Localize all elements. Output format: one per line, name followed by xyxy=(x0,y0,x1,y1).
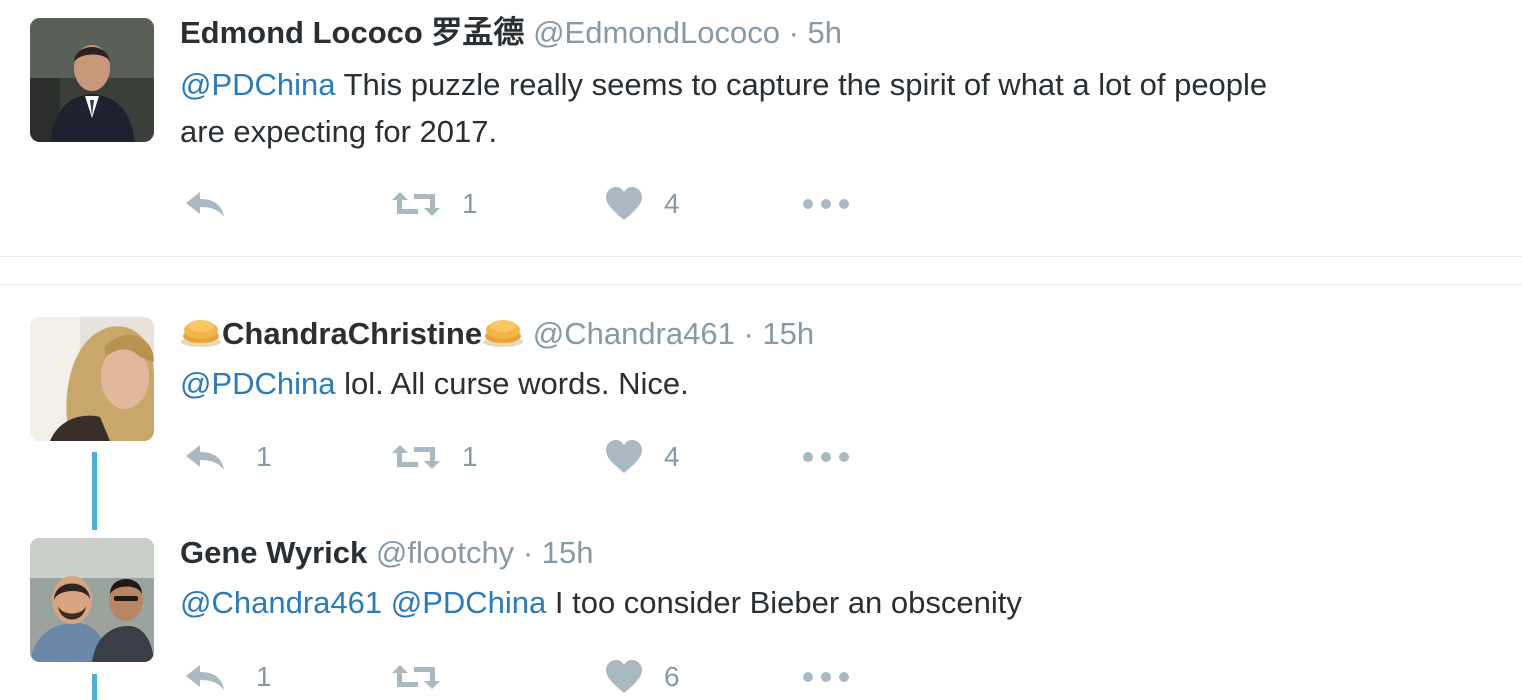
more-icon xyxy=(803,672,849,682)
tweet-text: @Chandra461 @PDChina I too consider Bieb… xyxy=(180,579,1502,626)
retweet-icon xyxy=(392,192,440,216)
like-button[interactable]: 6 xyxy=(604,657,680,697)
tweet-text: @PDChina lol. All curse words. Nice. xyxy=(180,360,1502,407)
separator-dot: · xyxy=(788,15,799,50)
timestamp[interactable]: 5h xyxy=(808,15,842,50)
tweet-1: Edmond Lococo 罗孟德 @EdmondLococo · 5h @PD… xyxy=(0,0,1522,255)
reply-button[interactable]: 1 xyxy=(184,657,272,697)
more-icon xyxy=(803,199,849,209)
tweet-3: Gene Wyrick @flootchy · 15h @Chandra461 … xyxy=(0,520,1522,700)
reply-button[interactable] xyxy=(184,184,248,224)
thread-connector xyxy=(92,674,97,700)
tweet-actions: 1 4 xyxy=(180,184,880,224)
more-button[interactable] xyxy=(800,184,852,224)
mention-link[interactable]: @PDChina xyxy=(391,585,547,620)
mention-link[interactable]: @Chandra461 xyxy=(180,585,382,620)
retweet-button[interactable]: 1 xyxy=(390,437,478,477)
reply-count: 1 xyxy=(256,441,272,472)
like-count: 6 xyxy=(664,661,680,692)
separator-dot: · xyxy=(743,316,754,351)
reply-icon xyxy=(186,445,224,470)
like-icon xyxy=(606,660,642,693)
separator-dot: · xyxy=(522,535,534,570)
more-icon xyxy=(803,452,849,462)
tweet-text-line: I too consider Bieber an obscenity xyxy=(546,585,1022,620)
thread-connector xyxy=(92,452,97,530)
tweet-2: ChandraChristine @Chandra461 · 15h @PDCh… xyxy=(0,300,1522,520)
tweet-actions: 1 1 4 xyxy=(180,437,880,477)
mention-link[interactable]: @PDChina xyxy=(180,67,336,102)
tweet-divider xyxy=(0,284,1522,285)
like-count: 4 xyxy=(664,441,680,472)
retweet-count: 1 xyxy=(462,441,478,472)
display-name[interactable]: Gene Wyrick xyxy=(180,535,367,570)
tweet-text-line: This puzzle really seems to capture the … xyxy=(335,67,1268,102)
reply-icon xyxy=(186,665,224,690)
pancakes-emoji-icon xyxy=(483,320,524,347)
more-button[interactable] xyxy=(800,437,852,477)
timestamp[interactable]: 15h xyxy=(542,535,594,570)
tweet-text-line: are expecting for 2017. xyxy=(180,114,498,149)
retweet-icon xyxy=(392,665,440,689)
tweet-header: Gene Wyrick @flootchy · 15h xyxy=(180,534,1502,572)
user-handle[interactable]: @flootchy xyxy=(376,535,514,570)
display-name[interactable]: ChandraChristine xyxy=(222,316,482,351)
reply-button[interactable]: 1 xyxy=(184,437,272,477)
display-name[interactable]: Edmond Lococo 罗孟德 xyxy=(180,15,524,50)
like-count: 4 xyxy=(664,188,680,219)
tweet-actions: 1 6 xyxy=(180,657,880,697)
retweet-count: 1 xyxy=(462,188,478,219)
retweet-icon xyxy=(392,445,440,469)
mention-link[interactable]: @PDChina xyxy=(180,366,336,401)
tweet-divider xyxy=(0,256,1522,257)
avatar-chandra[interactable] xyxy=(30,317,154,441)
like-icon xyxy=(606,187,642,220)
tweet-text-line: lol. All curse words. Nice. xyxy=(335,366,689,401)
tweet-header: Edmond Lococo 罗孟德 @EdmondLococo · 5h xyxy=(180,14,1502,52)
user-handle[interactable]: @EdmondLococo xyxy=(533,15,780,50)
reply-icon xyxy=(186,192,224,217)
timestamp[interactable]: 15h xyxy=(762,316,814,351)
tweet-header: ChandraChristine @Chandra461 · 15h xyxy=(180,314,1502,353)
retweet-button[interactable] xyxy=(390,657,462,697)
reply-count: 1 xyxy=(256,661,272,692)
like-button[interactable]: 4 xyxy=(604,184,680,224)
avatar-edmond[interactable] xyxy=(30,18,154,142)
user-handle[interactable]: @Chandra461 xyxy=(533,316,735,351)
avatar-gene[interactable] xyxy=(30,538,154,662)
more-button[interactable] xyxy=(800,657,852,697)
like-icon xyxy=(606,440,642,473)
retweet-button[interactable]: 1 xyxy=(390,184,478,224)
tweet-text: @PDChina This puzzle really seems to cap… xyxy=(180,61,1502,155)
like-button[interactable]: 4 xyxy=(604,437,680,477)
pancakes-emoji-icon xyxy=(181,320,221,347)
